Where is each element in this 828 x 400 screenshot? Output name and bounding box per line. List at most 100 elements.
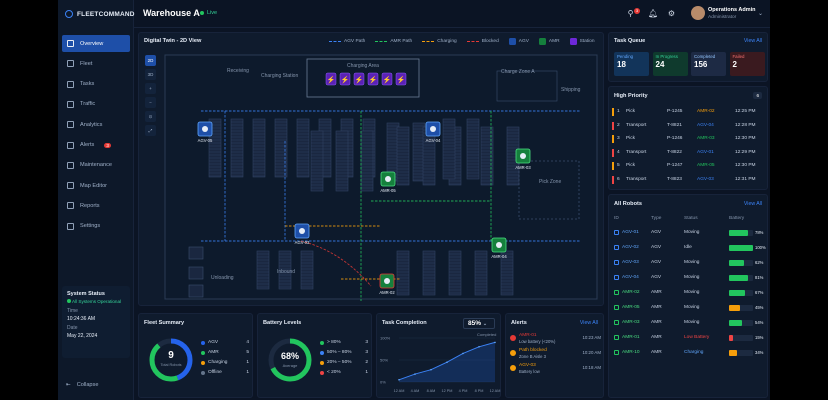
robot-type: AGV (651, 260, 662, 265)
robot-row[interactable]: AMR-03 AMR Moving 54% (609, 318, 769, 331)
robot-id[interactable]: AGV-02 (622, 245, 639, 250)
warehouse-floor-plan[interactable]: ⚡ ⚡ ⚡ ⚡ ⚡ ⚡ Receiving Charging Station Charging … (161, 51, 601, 303)
nav-item-traffic[interactable]: Traffic (62, 96, 130, 113)
view-3d-button[interactable]: 3D (145, 69, 156, 80)
priority-row[interactable]: 4 Transport T-8822 AGV-01 12:29 PM (609, 148, 769, 160)
robot-marker-amr-05[interactable]: AMR-05 (380, 171, 396, 193)
robot-label: AMR-03 (515, 165, 531, 170)
assigned-robot[interactable]: AMR-02 (697, 109, 715, 114)
charging-station[interactable]: ⚡ (367, 72, 379, 86)
nav-item-fleet[interactable]: Fleet (62, 55, 130, 72)
robot-id[interactable]: AGV-01 (622, 230, 639, 235)
robot-marker-agv-04[interactable]: AGV-04 (425, 121, 441, 143)
charging-station[interactable]: ⚡ (339, 72, 351, 86)
avatar[interactable] (691, 6, 705, 20)
legend-label: < 20% (327, 370, 341, 375)
robot-id[interactable]: AMR-03 (622, 320, 640, 325)
robot-id[interactable]: AGV-03 (622, 260, 639, 265)
svg-text:⚡: ⚡ (341, 75, 350, 84)
alert-item[interactable]: AGV-03 Battery low 10:18 AM (510, 363, 601, 376)
nav-item-reports[interactable]: Reports (62, 197, 130, 214)
completion-select[interactable]: 85% ⌄ (463, 318, 495, 329)
charging-station[interactable]: ⚡ (395, 72, 407, 86)
assigned-robot[interactable]: AGV-03 (697, 177, 714, 182)
bell-icon[interactable]: 🔔︎ (648, 9, 658, 18)
battery-value: 81% (755, 275, 764, 280)
priority-row[interactable]: 6 Transport T-8823 AGV-03 12:31 PM (609, 175, 769, 187)
legend-label: > 80% (327, 340, 341, 345)
robot-row[interactable]: AGV-04 AGV Moving 81% (609, 273, 769, 286)
map-legend: AGV Path AMR Path Charging Blocked AGV A… (329, 38, 595, 45)
warehouse-selector[interactable]: Warehouse A (143, 8, 200, 18)
nav-item-overview[interactable]: Overview (62, 35, 130, 52)
priority-row[interactable]: 5 Pick P-1247 AMR-05 12:30 PM (609, 161, 769, 173)
legend-amr: AMR (548, 39, 560, 44)
nav-item-alerts[interactable]: Alerts 3 (62, 137, 130, 154)
robot-row[interactable]: AMR-01 AMR Low Battery 15% (609, 333, 769, 346)
legend-label: 50% – 80% (327, 350, 352, 355)
priority-row[interactable]: 2 Transport T-8821 AGV-04 12:28 PM (609, 121, 769, 133)
stat-label: Failed (732, 54, 745, 59)
charging-station[interactable]: ⚡ (353, 72, 365, 86)
rack (474, 250, 488, 296)
nav-item-settings[interactable]: Settings (62, 218, 130, 235)
priority-row[interactable]: 3 Pick P-1246 AMR-03 12:30 PM (609, 134, 769, 146)
assigned-robot[interactable]: AGV-01 (697, 150, 714, 155)
robot-id[interactable]: AGV-04 (622, 275, 639, 280)
task-stat-pending[interactable]: Pending 18 (614, 52, 649, 76)
nav-item-analytics[interactable]: Analytics (62, 116, 130, 133)
data-point (462, 352, 464, 355)
gear-icon[interactable]: ⚙ (667, 9, 676, 18)
task-stat-completed[interactable]: Completed 156 (691, 52, 726, 76)
alert-item[interactable]: Path blocked Zone B Aisle 3 10:20 AM (510, 348, 601, 361)
robot-marker-amr-02[interactable]: AMR-02 (379, 273, 395, 295)
robot-marker-amr-04[interactable]: AMR-04 (491, 237, 507, 259)
robot-id[interactable]: AMR-05 (622, 305, 640, 310)
zoom-out-button[interactable]: − (145, 97, 156, 108)
robot-marker-agv-05[interactable]: AGV-05 (197, 121, 213, 143)
alerts-view-all[interactable]: View All (580, 320, 598, 326)
zoom-in-button[interactable]: + (145, 83, 156, 94)
all-robots-view-all[interactable]: View All (744, 201, 762, 207)
fullscreen-button[interactable]: ⤢ (145, 125, 156, 136)
robot-row[interactable]: AGV-02 AGV Idle 100% (609, 243, 769, 256)
robot-row[interactable]: AGV-01 AGV Moving 78% (609, 228, 769, 241)
assigned-robot[interactable]: AGV-04 (697, 123, 714, 128)
robot-row[interactable]: AMR-10 AMR Charging 34% (609, 348, 769, 361)
robot-row[interactable]: AMR-02 AMR Moving 67% (609, 288, 769, 301)
locate-button[interactable]: ⊙ (145, 111, 156, 122)
battery-fill (729, 259, 744, 266)
task-queue-view-all[interactable]: View All (744, 38, 762, 44)
robot-marker-amr-03[interactable]: AMR-03 (515, 148, 531, 170)
robot-id[interactable]: AMR-10 (622, 350, 640, 355)
station-swatch (569, 38, 577, 45)
x-tick-label: 4 AM (411, 389, 420, 393)
alert-item[interactable]: AMR-01 Low battery (<20%) 10:23 AM (510, 333, 601, 346)
nav-item-map-editor[interactable]: Map Editor (62, 177, 130, 194)
robot-row[interactable]: AMR-05 AMR Moving 45% (609, 303, 769, 316)
brand-logo[interactable]: FLEETCOMMAND (65, 10, 135, 18)
robot-row[interactable]: AGV-03 AGV Moving 62% (609, 258, 769, 271)
task-completion-panel: Task Completion 85% ⌄ 100% 50% 0% 12 AM 4 AM… (376, 313, 501, 398)
charging-swatch (422, 41, 435, 42)
chevron-down-icon[interactable]: ⌄ (758, 10, 763, 17)
priority-row[interactable]: 1 Pick P-1245 AMR-02 12:25 PM (609, 107, 769, 119)
data-point (430, 368, 432, 371)
assigned-robot[interactable]: AMR-05 (697, 163, 715, 168)
task-type: Pick (626, 109, 636, 114)
task-stat-failed[interactable]: Failed 2 (729, 52, 765, 76)
data-point (494, 341, 496, 344)
task-stat-in-progress[interactable]: In Progress 24 (652, 52, 688, 76)
collapse-button[interactable]: ⇤ Collapse (66, 382, 98, 388)
nav-item-maintenance[interactable]: Maintenance (62, 157, 130, 174)
robot-label: AGV-03 (295, 240, 310, 245)
robot-id[interactable]: AMR-02 (622, 290, 640, 295)
charging-station[interactable]: ⚡ (325, 72, 337, 86)
robot-marker-agv-03[interactable]: AGV-03 (294, 223, 310, 245)
charging-station[interactable]: ⚡ (381, 72, 393, 86)
traffic-icon (67, 100, 74, 108)
assigned-robot[interactable]: AMR-03 (697, 136, 715, 141)
robot-id[interactable]: AMR-01 (622, 335, 640, 340)
view-2d-button[interactable]: 2D (145, 55, 156, 66)
nav-item-tasks[interactable]: Tasks (62, 76, 130, 93)
